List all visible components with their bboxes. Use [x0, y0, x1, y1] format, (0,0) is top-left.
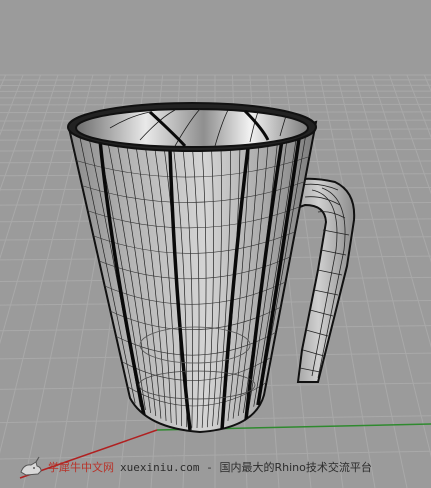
watermark: 学犀牛中文网 xuexiniu.com - 国内最大的Rhino技术交流平台 [18, 454, 372, 480]
watermark-tagline: 国内最大的Rhino技术交流平台 [219, 461, 372, 474]
viewport-scene [0, 74, 431, 488]
watermark-brand: 学犀牛中文网 [48, 461, 114, 474]
perspective-viewport[interactable]: 学犀牛中文网 xuexiniu.com - 国内最大的Rhino技术交流平台 [0, 0, 431, 488]
rhino-logo-icon [20, 456, 42, 476]
grid-line [423, 74, 431, 93]
mug-body [67, 102, 318, 434]
grid-line [388, 74, 431, 195]
watermark-dash: - [207, 460, 212, 474]
grid-line [406, 74, 431, 139]
watermark-url: xuexiniu.com [120, 460, 200, 474]
grid-line [371, 74, 431, 263]
